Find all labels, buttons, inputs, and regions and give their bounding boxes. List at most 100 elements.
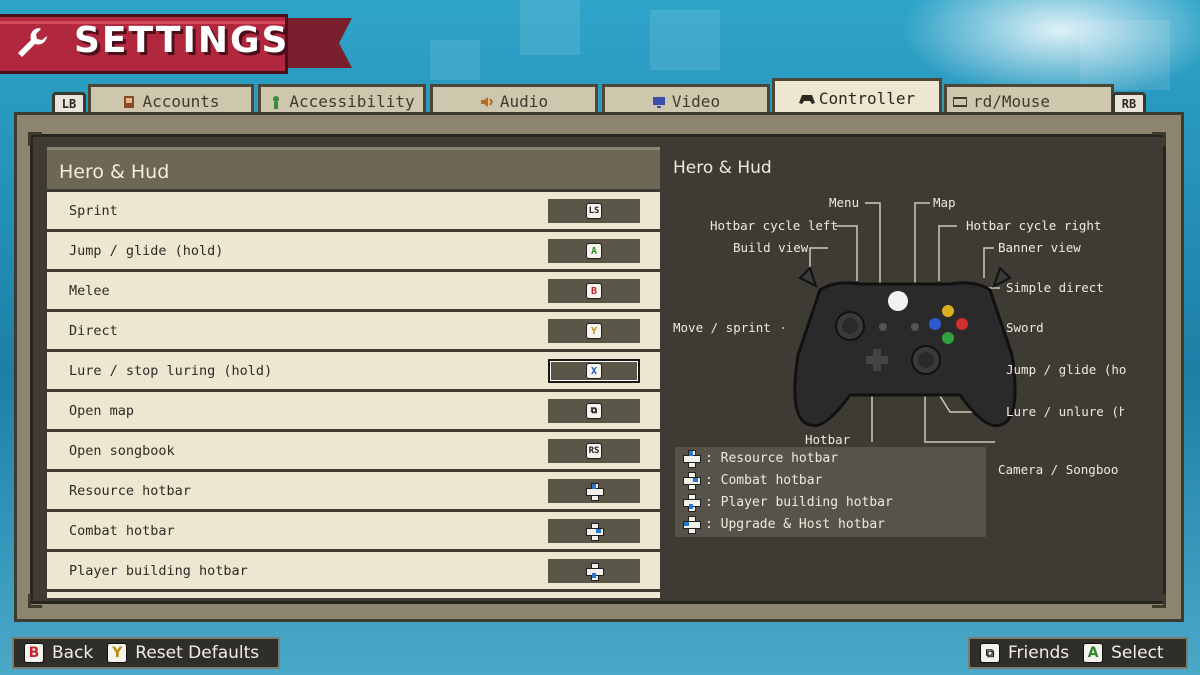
label-sword: Sword: [1006, 320, 1044, 335]
dpad-left-icon: [683, 516, 701, 534]
tab-label: Controller: [818, 88, 916, 108]
tab-label: Audio: [499, 91, 549, 111]
binding-row-melee[interactable]: Melee B: [47, 272, 660, 309]
tab-label: Video: [671, 91, 721, 111]
binding-key-slot[interactable]: LS: [548, 199, 640, 223]
gamepad-icon: [798, 92, 815, 106]
select-button[interactable]: Select: [1111, 643, 1163, 663]
binding-label: Open songbook: [69, 442, 175, 459]
frame-corner: [1152, 132, 1166, 146]
footer-left-hints: B Back Y Reset Defaults: [12, 637, 280, 669]
label-move-sprint: Move / sprint (: [673, 320, 781, 335]
tab-label: rd/Mouse: [973, 91, 1051, 111]
dpad-legend: : Resource hotbar : Combat hotbar : Play…: [675, 447, 986, 537]
label-banner-view: Banner view: [998, 240, 1081, 255]
legend-item: : Upgrade & Host hotbar: [683, 516, 886, 534]
binding-key-slot[interactable]: RS: [548, 439, 640, 463]
reset-defaults-button[interactable]: Reset Defaults: [135, 643, 259, 663]
diagram-title: Hero & Hud: [673, 158, 772, 178]
label-camera-songbook: Camera / Songboo: [998, 462, 1119, 477]
y-button-icon: Y: [586, 323, 602, 339]
a-button-icon: A: [586, 243, 602, 259]
gamepad-icon: [793, 266, 1017, 428]
left-stick-icon: LS: [586, 203, 602, 219]
binding-key-slot-selected[interactable]: X: [548, 359, 640, 383]
binding-key-slot[interactable]: ⧉: [548, 399, 640, 423]
user-icon: [122, 95, 136, 109]
settings-banner: SETTINGS: [0, 14, 352, 76]
binding-label: Direct: [69, 322, 118, 339]
section-title: Hero & Hud: [47, 147, 660, 189]
footer-right-hints: ⧉ Friends A Select: [968, 637, 1188, 669]
friends-button[interactable]: Friends: [1008, 643, 1069, 663]
binding-row-resource-hotbar[interactable]: Resource hotbar: [47, 472, 660, 509]
label-hotbar: Hotbar: [805, 432, 851, 447]
legend-text: : Resource hotbar: [705, 450, 839, 466]
dpad-up-icon: [586, 483, 604, 501]
b-button-icon: B: [24, 643, 44, 663]
tab-label: Accounts: [142, 91, 220, 111]
binding-row-combat-hotbar[interactable]: Combat hotbar: [47, 512, 660, 549]
page-title: SETTINGS: [74, 20, 290, 61]
binding-row-sprint[interactable]: Sprint LS: [47, 192, 660, 229]
binding-list: Hero & Hud Sprint LS Jump / glide (hold)…: [47, 147, 660, 598]
label-build-view: Build view: [733, 240, 809, 255]
binding-key-slot[interactable]: Y: [548, 319, 640, 343]
frame-corner: [1152, 594, 1166, 608]
binding-key-slot[interactable]: [548, 559, 640, 583]
tab-label: Accessibility: [289, 91, 415, 111]
binding-label: Player building hotbar: [69, 562, 248, 579]
binding-key-slot[interactable]: [548, 479, 640, 503]
legend-item: : Resource hotbar: [683, 450, 839, 468]
view-button-icon: ⧉: [980, 643, 1000, 663]
binding-row-player-building-hotbar[interactable]: Player building hotbar: [47, 552, 660, 589]
label-menu: Menu: [829, 195, 860, 210]
binding-key-slot[interactable]: A: [548, 239, 640, 263]
label-hotbar-cycle-left: Hotbar cycle left: [710, 218, 838, 233]
tab-bar: LB Accounts Accessibility Audio Video Co…: [0, 78, 1200, 116]
binding-key-slot[interactable]: B: [548, 279, 640, 303]
dpad-down-icon: [586, 563, 604, 581]
label-simple-direct: Simple direct: [1006, 280, 1104, 295]
binding-row-jump[interactable]: Jump / glide (hold) A: [47, 232, 660, 269]
legend-text: : Player building hotbar: [705, 494, 893, 510]
binding-row-open-map[interactable]: Open map ⧉: [47, 392, 660, 429]
legend-item: : Player building hotbar: [683, 494, 893, 512]
label-jump-glide: Jump / glide (hol: [1006, 362, 1126, 377]
binding-row-partial: [47, 592, 660, 598]
binding-label: Jump / glide (hold): [69, 242, 224, 259]
binding-label: Combat hotbar: [69, 522, 175, 539]
back-button[interactable]: Back: [52, 643, 93, 663]
figure-icon: [269, 95, 283, 109]
dpad-down-icon: [683, 494, 701, 512]
a-button-icon: A: [1083, 643, 1104, 663]
binding-label: Open map: [69, 402, 135, 419]
label-map: Map: [933, 195, 956, 210]
y-button-icon: Y: [107, 643, 128, 663]
bg-block: [520, 0, 580, 55]
binding-row-open-songbook[interactable]: Open songbook RS: [47, 432, 660, 469]
legend-item: : Combat hotbar: [683, 472, 823, 490]
view-button-icon: ⧉: [586, 403, 602, 419]
x-button-icon: X: [586, 363, 602, 379]
binding-row-lure[interactable]: Lure / stop luring (hold) X: [47, 352, 660, 389]
binding-row-direct[interactable]: Direct Y: [47, 312, 660, 349]
banner-ribbon: [280, 18, 352, 68]
tab-controller[interactable]: Controller: [772, 78, 942, 116]
dpad-up-icon: [683, 450, 701, 468]
legend-text: : Combat hotbar: [705, 472, 823, 488]
binding-label: Melee: [69, 282, 110, 299]
label-lure-unlure: Lure / unlure (h: [1006, 404, 1124, 419]
b-button-icon: B: [586, 283, 602, 299]
keyboard-icon: [952, 95, 968, 109]
wrench-icon: [12, 24, 52, 64]
binding-key-slot[interactable]: [548, 519, 640, 543]
frame-corner: [28, 132, 42, 146]
bg-block: [650, 10, 720, 70]
right-stick-icon: RS: [586, 443, 602, 459]
binding-label: Lure / stop luring (hold): [69, 362, 273, 379]
bg-block: [430, 40, 480, 80]
dpad-right-icon: [586, 523, 604, 541]
legend-text: : Upgrade & Host hotbar: [705, 516, 886, 532]
monitor-icon: [652, 95, 666, 109]
